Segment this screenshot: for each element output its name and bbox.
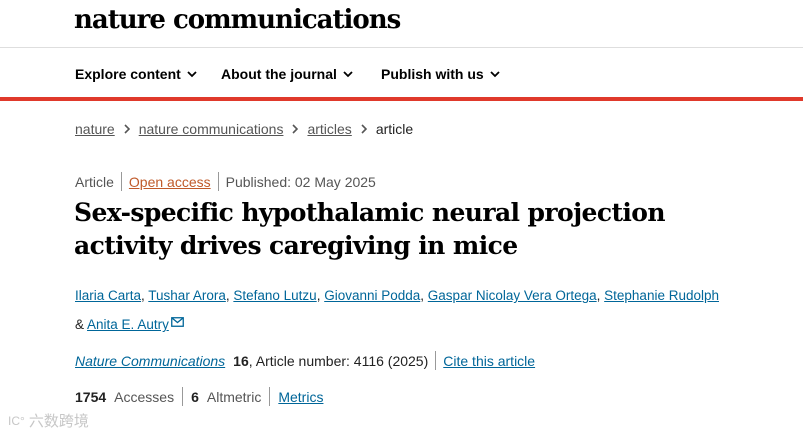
author-link[interactable]: Ilaria Carta — [75, 288, 141, 303]
author-link[interactable]: Stephanie Rudolph — [604, 288, 719, 303]
nav-label: Publish with us — [381, 66, 484, 82]
chevron-down-icon — [343, 70, 353, 78]
divider — [182, 387, 184, 406]
author-link[interactable]: Gaspar Nicolay Vera Ortega — [428, 288, 597, 303]
nav-explore-content[interactable]: Explore content — [75, 66, 197, 82]
breadcrumb: nature nature communications articles ar… — [75, 121, 413, 137]
divider — [435, 351, 437, 370]
article-title: Sex-specific hypothalamic neural project… — [74, 198, 666, 260]
author-link[interactable]: Giovanni Podda — [324, 288, 420, 303]
journal-logo[interactable]: nature communications — [74, 5, 401, 35]
metrics-link[interactable]: Metrics — [278, 389, 323, 405]
author-link[interactable]: Tushar Arora — [148, 288, 226, 303]
author-list: Ilaria Carta, Tushar Arora, Stefano Lutz… — [75, 282, 775, 338]
main-nav: Explore content About the journal Publis… — [0, 49, 803, 98]
chevron-right-icon — [361, 124, 367, 134]
breadcrumb-link-nature[interactable]: nature — [75, 121, 115, 137]
nav-label: Explore content — [75, 66, 181, 82]
cite-this-article-link[interactable]: Cite this article — [443, 353, 535, 369]
site-header: nature communications — [0, 0, 803, 48]
accesses-label: Accesses — [114, 388, 175, 405]
divider — [269, 387, 271, 406]
author-link-corresponding[interactable]: Anita E. Autry — [87, 317, 169, 332]
published-date: Published: 02 May 2025 — [225, 173, 376, 190]
article-meta: Article Open access Published: 02 May 20… — [75, 172, 376, 191]
nav-about-the-journal[interactable]: About the journal — [221, 66, 353, 82]
watermark-logo: IC° — [8, 413, 25, 428]
divider — [217, 172, 219, 191]
chevron-right-icon — [292, 124, 299, 134]
watermark-text: 六数跨境 — [28, 413, 89, 430]
article-metrics: 1754 Accesses 6 Altmetric Metrics — [75, 387, 323, 406]
chevron-down-icon — [490, 70, 500, 78]
envelope-icon[interactable] — [170, 309, 184, 336]
article-number: , Article number: 4116 (2025) — [248, 352, 429, 369]
author-link[interactable]: Stefano Lutzu — [233, 288, 316, 303]
divider — [120, 172, 122, 191]
altmetric-score: 6 — [191, 388, 199, 405]
nav-publish-with-us[interactable]: Publish with us — [381, 66, 500, 82]
nav-label: About the journal — [221, 66, 337, 82]
citation-line: Nature Communications 16 , Article numbe… — [75, 351, 535, 370]
breadcrumb-link-nature-communications[interactable]: nature communications — [139, 121, 284, 137]
breadcrumb-link-articles[interactable]: articles — [307, 121, 351, 137]
chevron-right-icon — [124, 124, 130, 134]
accesses-count: 1754 — [75, 388, 107, 405]
open-access-link[interactable]: Open access — [129, 174, 211, 190]
altmetric-label: Altmetric — [206, 388, 262, 405]
article-type: Article — [75, 173, 114, 190]
journal-name-link[interactable]: Nature Communications — [75, 353, 225, 369]
author-ampersand: & — [75, 317, 85, 332]
chevron-down-icon — [187, 70, 197, 78]
breadcrumb-current: article — [375, 121, 414, 137]
volume-number: 16 — [233, 352, 249, 369]
accent-divider — [0, 97, 803, 101]
watermark: IC° 六数跨境 — [8, 410, 89, 431]
